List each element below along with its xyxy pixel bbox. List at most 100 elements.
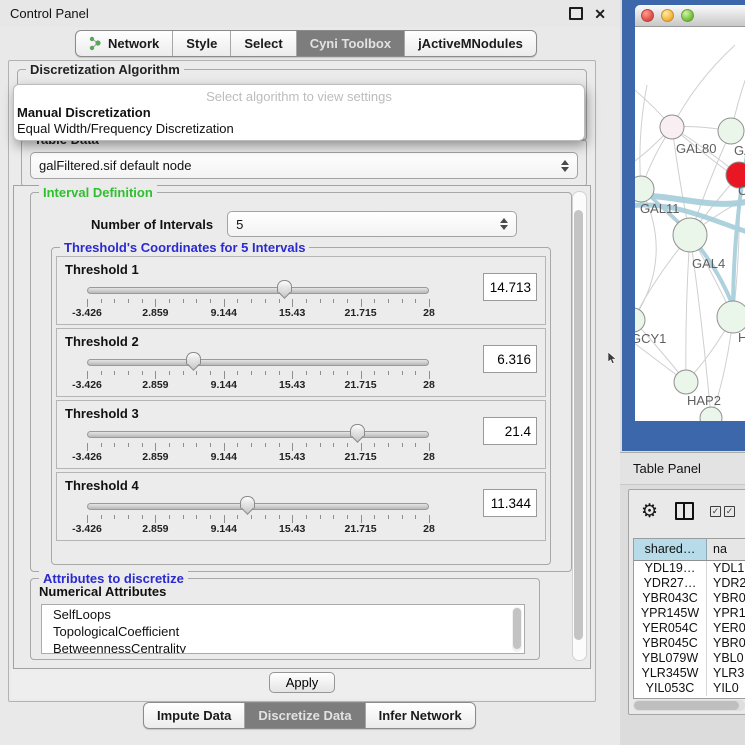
cyni-mode-tabs: Impute Data Discretize Data Infer Network	[143, 702, 476, 729]
table-data-group: Table Data galFiltered.sif default node	[21, 139, 587, 187]
tab-label: jActiveMNodules	[418, 31, 523, 56]
control-panel-tabs: Network StyleSelectCyni Toolbox jActiveMNo…	[75, 30, 537, 57]
network-node-hap2[interactable]	[674, 370, 698, 394]
tab-label: Impute Data	[157, 703, 231, 728]
slider-thumb[interactable]	[186, 352, 201, 374]
slider-thumb[interactable]	[350, 424, 365, 446]
table-row[interactable]: YER054CYER0	[634, 621, 745, 636]
tab-cyni-toolbox[interactable]: Cyni Toolbox	[296, 31, 404, 56]
slider-thumb[interactable]	[240, 496, 255, 518]
scrollbar-thumb[interactable]	[634, 701, 739, 710]
network-node-label: GA	[734, 143, 745, 158]
discretize-settings-scrollpane: Interval Definition Number of Intervals …	[13, 185, 591, 669]
tab-jactivemnodules[interactable]: jActiveMNodules	[404, 31, 536, 56]
threshold-slider[interactable]: -3.4262.8599.14415.4321.71528	[87, 280, 429, 322]
attribute-item[interactable]: SelfLoops	[53, 606, 524, 623]
network-node-label: GAL80	[676, 141, 716, 156]
dropdown-item-manual-discretization[interactable]: Manual Discretization	[14, 105, 584, 120]
settings-vertical-scrollbar[interactable]	[572, 191, 587, 661]
network-node-label: C	[738, 183, 745, 198]
mouse-cursor	[608, 352, 618, 365]
network-node-gal4[interactable]	[673, 218, 707, 252]
node-attribute-table: shared… na YDL19…YDL1YDR27…YDR2YBR043CYB…	[633, 538, 745, 699]
attribute-item[interactable]: TopologicalCoefficient	[53, 623, 524, 640]
checkbox-icon[interactable]: ✓	[710, 506, 721, 517]
table-row[interactable]: YBR043CYBR0	[634, 591, 745, 606]
network-window-titlebar[interactable]	[635, 5, 745, 27]
tab-label: Infer Network	[379, 703, 462, 728]
tab-discretize-data[interactable]: Discretize Data	[244, 703, 364, 728]
tab-network[interactable]: Network	[76, 31, 172, 56]
threshold-value-input[interactable]	[483, 345, 537, 373]
network-node-bottom-partial[interactable]	[700, 407, 722, 421]
algorithm-dropdown-popup: Select algorithm to view settings Manual…	[13, 84, 585, 141]
table-data-select[interactable]: galFiltered.sif default node	[30, 152, 578, 179]
table-horizontal-scrollbar[interactable]	[633, 700, 745, 711]
zoom-window-icon[interactable]	[681, 9, 694, 22]
dropdown-prompt-item[interactable]: Select algorithm to view settings	[14, 89, 584, 104]
attribute-item[interactable]: BetweennessCentrality	[53, 640, 524, 654]
threshold-slider[interactable]: -3.4262.8599.14415.4321.71528	[87, 424, 429, 466]
threshold-panel-4: Threshold 4 -3.4262.8599.14415.4321.71528	[56, 472, 546, 541]
network-node-pink[interactable]	[660, 115, 684, 139]
tab-style[interactable]: Style	[172, 31, 230, 56]
table-row[interactable]: YBR045CYBR0	[634, 636, 745, 651]
threshold-value-input[interactable]	[483, 273, 537, 301]
minimize-window-icon[interactable]	[661, 9, 674, 22]
threshold-panel-1: Threshold 1 -3.4262.8599.14415.4321.71528	[56, 256, 546, 325]
slider-thumb[interactable]	[277, 280, 292, 302]
interval-definition-group: Interval Definition Number of Intervals …	[30, 192, 572, 572]
list-scrollbar[interactable]	[512, 607, 522, 652]
threshold-title: Threshold 1	[65, 262, 537, 277]
network-node-gcy1[interactable]	[635, 308, 645, 332]
group-title: Interval Definition	[39, 185, 157, 200]
apply-button[interactable]: Apply	[269, 672, 336, 693]
close-icon[interactable]: ✕	[594, 9, 606, 19]
network-node-right-mid[interactable]	[717, 301, 745, 333]
tab-select[interactable]: Select	[230, 31, 295, 56]
dropdown-item-equal-width-frequency[interactable]: Equal Width/Frequency Discretization	[14, 121, 584, 136]
threshold-value-input[interactable]	[483, 489, 537, 517]
table-row[interactable]: YPR145WYPR1	[634, 606, 745, 621]
close-window-icon[interactable]	[641, 9, 654, 22]
group-title: Discretization Algorithm	[26, 62, 184, 77]
column-header-name[interactable]: na	[707, 539, 745, 560]
tab-impute-data[interactable]: Impute Data	[144, 703, 244, 728]
table-panel-titlebar: Table Panel	[620, 452, 745, 485]
scrollbar-thumb[interactable]	[574, 210, 583, 640]
num-intervals-label: Number of Intervals	[91, 217, 213, 232]
tab-infer-network[interactable]: Infer Network	[365, 703, 475, 728]
checkbox-icon[interactable]: ✓	[724, 506, 735, 517]
table-row[interactable]: YLR345WYLR3	[634, 666, 745, 681]
tab-label: Discretize Data	[258, 703, 351, 728]
network-node-label: GAL4	[692, 256, 725, 271]
right-column: GAL80GACGAL11GAL4GCY1HHAP2 Table Panel ⚙…	[620, 0, 745, 745]
column-header-shared-name[interactable]: shared…	[634, 539, 707, 560]
stepper-arrows-icon	[500, 218, 508, 230]
network-window-frame: GAL80GACGAL11GAL4GCY1HHAP2	[622, 0, 745, 451]
table-row[interactable]: YIL053CYIL0	[634, 681, 745, 696]
threshold-slider[interactable]: -3.4262.8599.14415.4321.71528	[87, 352, 429, 394]
group-title: Threshold's Coordinates for 5 Intervals	[60, 240, 309, 255]
network-view-canvas[interactable]: GAL80GACGAL11GAL4GCY1HHAP2	[635, 27, 745, 421]
split-view-icon[interactable]	[675, 502, 694, 520]
table-row[interactable]: YDL19…YDL1	[634, 561, 745, 576]
gear-icon[interactable]: ⚙	[641, 502, 658, 521]
threshold-panel-3: Threshold 3-3.4262.8599.14415.4321.71528	[56, 400, 546, 469]
threshold-value-input[interactable]	[483, 417, 537, 445]
table-panel-container: ⚙ ✓ ✓ shared… na YDL19…YDL1YDR27…YDR2YBR…	[628, 489, 745, 715]
threshold-slider[interactable]: -3.4262.8599.14415.4321.71528	[87, 496, 429, 538]
numerical-attributes-list[interactable]: SelfLoopsTopologicalCoefficientBetweenne…	[41, 604, 525, 654]
attributes-to-discretize-group: Attributes to discretize Numerical Attri…	[30, 578, 540, 660]
network-node-label: GCY1	[635, 331, 666, 346]
table-row[interactable]: YBL079WYBL0	[634, 651, 745, 666]
stepper-arrows-icon	[561, 160, 569, 172]
num-intervals-select[interactable]: 5	[227, 211, 517, 237]
tab-label: Network	[108, 31, 159, 56]
table-row[interactable]: YDR27…YDR2	[634, 576, 745, 591]
float-window-icon[interactable]	[569, 7, 583, 20]
numerical-attributes-label: Numerical Attributes	[39, 584, 166, 599]
threshold-title: Threshold 4	[65, 478, 537, 493]
table-panel-title: Table Panel	[620, 461, 701, 476]
network-node-top-right[interactable]	[718, 118, 744, 144]
